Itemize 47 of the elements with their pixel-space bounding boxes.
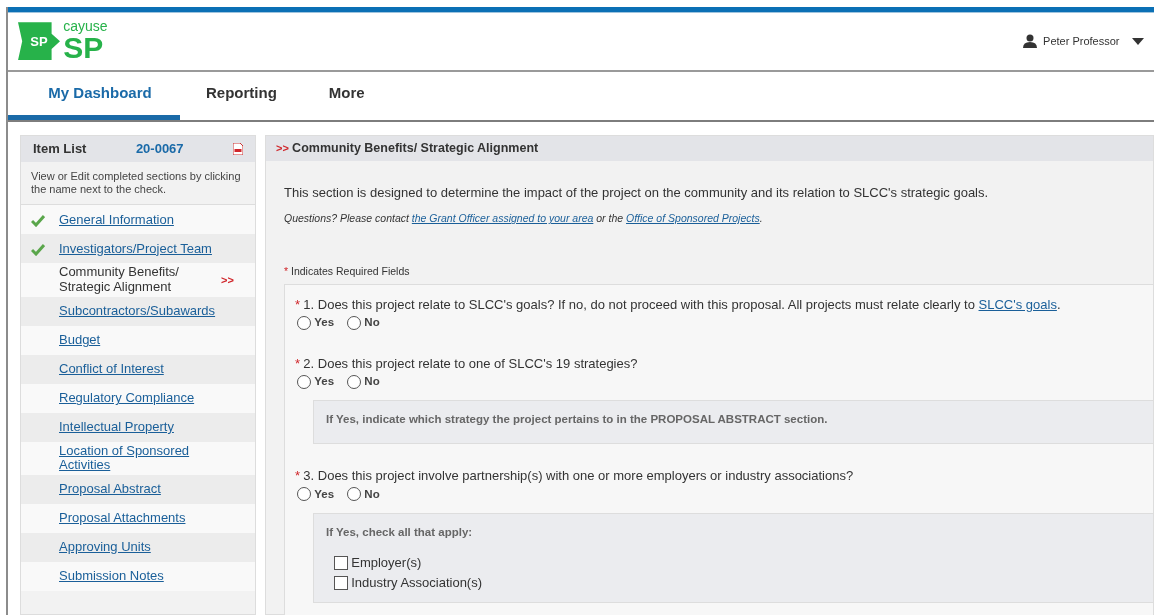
required-mark: * <box>295 295 301 314</box>
radio-label: Yes <box>314 486 335 502</box>
radio-button[interactable] <box>347 487 362 502</box>
required-mark: * <box>295 354 301 373</box>
goals-link[interactable]: SLCC's goals <box>978 296 1057 312</box>
required-mark: * <box>284 265 289 278</box>
radio-label: No <box>364 374 380 390</box>
required-mark: * <box>295 467 301 486</box>
caret-icon[interactable] <box>1132 37 1144 45</box>
radio-button[interactable] <box>297 374 311 389</box>
nav-tab[interactable]: My Dashboard <box>8 71 180 120</box>
question-text: 2. Does this project relate to one of SLCC's 19 strategies? <box>303 354 638 373</box>
current-marker: >> <box>221 272 234 288</box>
checkbox[interactable] <box>334 556 348 571</box>
pdf-icon[interactable] <box>233 142 243 155</box>
contact-link[interactable]: Office of Sponsored Projects <box>626 212 760 225</box>
brand-name: cayuse <box>63 19 108 34</box>
current-section: Community Benefits/ Strategic Alignment <box>59 265 221 296</box>
question-text: 3. Does this project involve partnership(s) with one or more employers or industry associations? <box>303 467 854 486</box>
proposal-number: 20-0067 <box>135 140 184 159</box>
section-marker: >> <box>276 141 289 157</box>
contact-link[interactable]: the Grant Officer assigned to your area <box>411 212 594 225</box>
radio-label: No <box>364 486 380 502</box>
radio-button[interactable] <box>347 315 362 330</box>
checkbox[interactable] <box>334 575 348 590</box>
radio-label: Yes <box>314 374 335 390</box>
logo-badge: SP <box>18 22 60 61</box>
sidebar-title: Item List <box>33 140 87 159</box>
checkbox-label: Industry Association(s) <box>351 573 483 592</box>
note-text: If Yes, check all that apply: <box>326 525 474 541</box>
radio-button[interactable] <box>297 315 311 330</box>
nav-tab[interactable]: Reporting <box>180 71 303 120</box>
nav-tab[interactable]: More <box>302 71 391 120</box>
contact-text: Questions? Please contact the Grant Officer assigned to your area or the Office of Sponsored Projects. <box>284 211 764 227</box>
radio-button[interactable] <box>297 487 311 502</box>
checkbox-label: Employer(s) <box>351 554 422 573</box>
brand-logo-text: SP <box>63 33 104 64</box>
required-note: Indicates Required Fields <box>291 265 410 278</box>
intro-text: This section is designed to determine the impact of the project on the community and its relation to SLCC's strategic goals. <box>284 183 990 202</box>
radio-label: No <box>364 315 380 331</box>
user-name[interactable]: Peter Professor <box>1043 33 1120 50</box>
user-icon <box>1022 34 1037 49</box>
section-title: Community Benefits/ Strategic Alignment <box>292 139 539 157</box>
radio-button[interactable] <box>347 374 362 389</box>
radio-label: Yes <box>314 315 335 331</box>
question-text: 1. Does this project relate to SLCC's goals? If no, do not proceed with this proposal. All projects must relate clearly to SLCC's goals. <box>303 295 1061 314</box>
note-text: If Yes, indicate which strategy the project pertains to in the PROPOSAL ABSTRACT section. <box>326 412 829 428</box>
